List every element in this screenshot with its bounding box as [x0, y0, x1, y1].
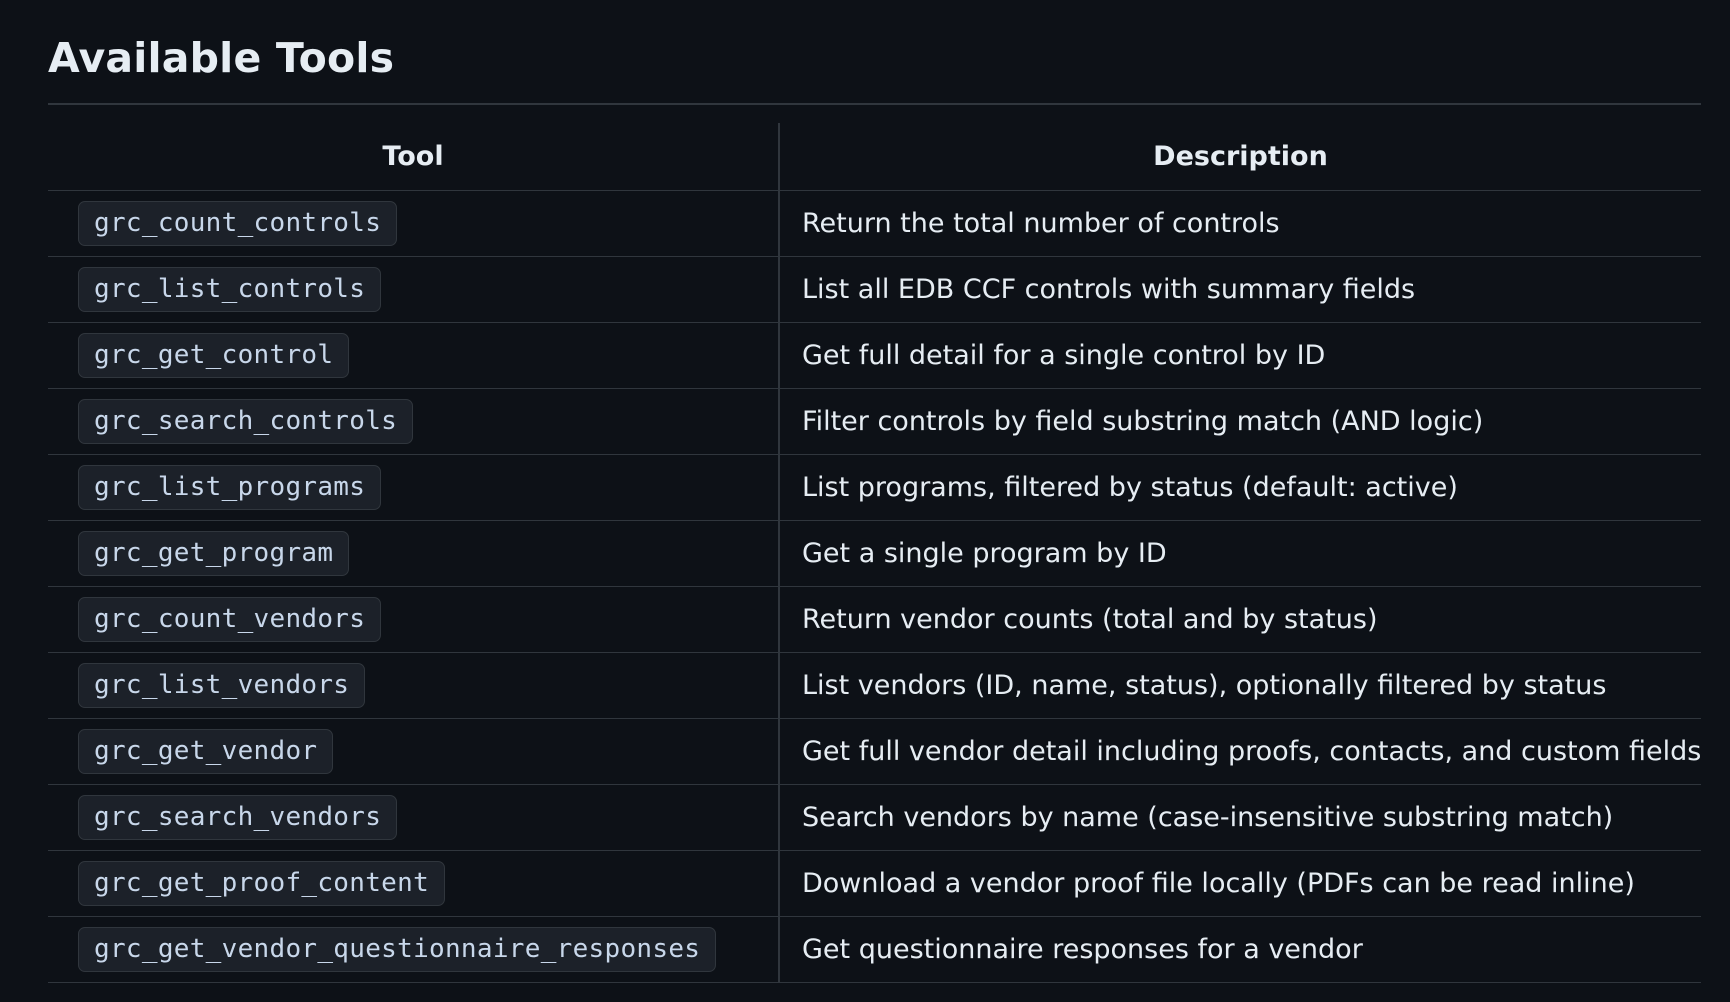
tool-name-code: grc_count_vendors — [78, 597, 382, 642]
description-cell: List programs, filtered by status (defau… — [779, 454, 1701, 521]
table-row: grc_list_vendors List vendors (ID, name,… — [48, 652, 1701, 719]
tool-cell: grc_list_vendors — [48, 652, 780, 719]
tool-name-code: grc_get_vendor_questionnaire_responses — [78, 927, 717, 972]
description-cell: Get full vendor detail including proofs,… — [779, 718, 1701, 785]
table-row: grc_get_control Get full detail for a si… — [48, 322, 1701, 389]
tool-name-code: grc_count_controls — [78, 201, 398, 246]
description-cell: Return vendor counts (total and by statu… — [779, 586, 1701, 653]
tool-cell: grc_search_controls — [48, 388, 780, 455]
tool-name-code: grc_get_control — [78, 333, 350, 378]
tool-cell: grc_get_control — [48, 322, 780, 389]
description-cell: List vendors (ID, name, status), optiona… — [779, 652, 1701, 719]
table-row: grc_get_program Get a single program by … — [48, 520, 1701, 587]
tool-cell: grc_get_program — [48, 520, 780, 587]
title-divider — [48, 103, 1701, 105]
description-cell: Download a vendor proof file locally (PD… — [779, 850, 1701, 917]
tool-name-code: grc_get_proof_content — [78, 861, 446, 906]
table-row: grc_get_proof_content Download a vendor … — [48, 850, 1701, 917]
description-cell: Get full detail for a single control by … — [779, 322, 1701, 389]
tool-name-code: grc_list_vendors — [78, 663, 366, 708]
tool-cell: grc_get_proof_content — [48, 850, 780, 917]
table-row: grc_list_controls List all EDB CCF contr… — [48, 256, 1701, 323]
description-cell: Get questionnaire responses for a vendor — [779, 916, 1701, 983]
table-row: grc_search_controls Filter controls by f… — [48, 388, 1701, 455]
page-title: Available Tools — [48, 34, 395, 82]
tool-name-code: grc_get_vendor — [78, 729, 334, 774]
description-cell: Filter controls by field substring match… — [779, 388, 1701, 455]
description-cell: Return the total number of controls — [779, 190, 1701, 257]
table-row: grc_get_vendor Get full vendor detail in… — [48, 718, 1701, 785]
tool-cell: grc_list_controls — [48, 256, 780, 323]
tool-cell: grc_get_vendor — [48, 718, 780, 785]
tool-cell: grc_search_vendors — [48, 784, 780, 851]
description-cell: List all EDB CCF controls with summary f… — [779, 256, 1701, 323]
tool-cell: grc_count_controls — [48, 190, 780, 257]
tool-cell: grc_count_vendors — [48, 586, 780, 653]
table-row: grc_count_controls Return the total numb… — [48, 190, 1701, 257]
tool-name-code: grc_search_controls — [78, 399, 414, 444]
tool-cell: grc_get_vendor_questionnaire_responses — [48, 916, 780, 983]
table-row: grc_get_vendor_questionnaire_responses G… — [48, 916, 1701, 983]
tools-table: Tool Description grc_count_controls Retu… — [48, 123, 1701, 983]
tool-name-code: grc_list_programs — [78, 465, 382, 510]
tool-name-code: grc_get_program — [78, 531, 350, 576]
tool-cell: grc_list_programs — [48, 454, 780, 521]
tool-name-code: grc_search_vendors — [78, 795, 398, 840]
column-header-tool: Tool — [48, 123, 780, 191]
description-cell: Search vendors by name (case-insensitive… — [779, 784, 1701, 851]
column-header-description: Description — [779, 123, 1701, 191]
table-header-row: Tool Description — [48, 123, 1701, 191]
table-row: grc_search_vendors Search vendors by nam… — [48, 784, 1701, 851]
table-row: grc_list_programs List programs, filtere… — [48, 454, 1701, 521]
table-row: grc_count_vendors Return vendor counts (… — [48, 586, 1701, 653]
description-cell: Get a single program by ID — [779, 520, 1701, 587]
tool-name-code: grc_list_controls — [78, 267, 382, 312]
